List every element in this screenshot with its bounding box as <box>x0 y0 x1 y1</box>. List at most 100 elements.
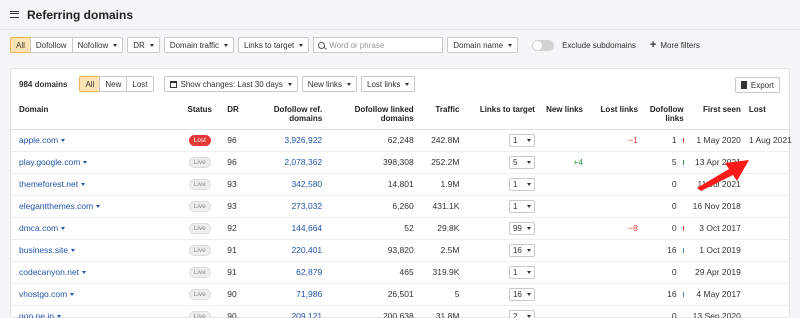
col-domain[interactable]: Domain <box>11 101 181 130</box>
exclude-subdomains-toggle[interactable] <box>532 39 555 51</box>
plus-icon: + <box>649 39 657 51</box>
ref-domains-link[interactable]: 144,664 <box>291 223 322 233</box>
ref-domains-link[interactable]: 2,078,362 <box>284 157 322 167</box>
links-to-target-select[interactable]: 99 <box>508 221 535 235</box>
filter-dofollow[interactable]: Dofollow <box>29 37 73 53</box>
col-traffic[interactable]: Traffic <box>413 101 460 130</box>
filter-nofollow[interactable]: Nofollow <box>71 37 124 53</box>
domain-link[interactable]: vhostgo.com <box>19 289 67 299</box>
col-status[interactable]: Status <box>180 101 220 130</box>
col-dofollow-linked-domains[interactable]: Dofollow linked domains <box>322 101 414 130</box>
tab-new[interactable]: New <box>99 76 128 92</box>
tab-all[interactable]: All <box>79 76 101 92</box>
domain-link[interactable]: business.site <box>19 245 68 255</box>
status-badge: Live <box>188 267 211 278</box>
col-dofollow-links[interactable]: Dofollow links <box>637 101 684 130</box>
links-to-target-dropdown[interactable]: Links to target <box>238 37 310 53</box>
domain-cell: goo.ne.jp <box>11 305 181 318</box>
ref-domains-link[interactable]: 71,986 <box>296 289 322 299</box>
domain-link[interactable]: goo.ne.jp <box>19 311 54 318</box>
domain-traffic-dropdown[interactable]: Domain traffic <box>163 37 235 53</box>
sparkline <box>682 292 684 298</box>
chevron-down-icon[interactable] <box>82 271 87 275</box>
linked-domains-cell: 200,638 <box>322 305 414 318</box>
col-dr[interactable]: DR <box>219 101 245 130</box>
chevron-down-icon[interactable] <box>61 139 66 143</box>
chevron-down-icon[interactable] <box>71 249 76 253</box>
new-links-cell <box>534 173 583 196</box>
domain-link[interactable]: dmca.com <box>19 223 58 233</box>
status-badge: Live <box>188 311 211 318</box>
ref-domains-cell: 220,401 <box>244 239 323 262</box>
chevron-down-icon[interactable] <box>96 205 101 209</box>
links-to-target-cell: 1 <box>459 195 535 218</box>
domain-link[interactable]: themeforest.net <box>19 179 78 189</box>
col-links-to-target[interactable]: Links to target <box>459 101 535 130</box>
chevron-down-icon[interactable] <box>83 161 88 165</box>
menu-icon[interactable] <box>10 11 19 18</box>
col-lost[interactable]: Lost <box>740 101 789 130</box>
tab-lost[interactable]: Lost <box>126 76 154 92</box>
status-badge: Live <box>188 179 211 190</box>
dr-dropdown[interactable]: DR <box>127 37 160 53</box>
col-new-links[interactable]: New links <box>534 101 583 130</box>
ref-domains-link[interactable]: 342,580 <box>291 179 322 189</box>
new-links-cell <box>534 217 583 240</box>
lost-date-cell <box>740 261 789 284</box>
ref-domains-link[interactable]: 3,926,922 <box>284 135 322 145</box>
lost-links-dropdown[interactable]: Lost links <box>361 76 416 92</box>
chevron-down-icon <box>113 43 118 47</box>
ref-domains-link[interactable]: 209,121 <box>291 311 322 318</box>
more-filters-button[interactable]: + More filters <box>650 39 700 51</box>
export-button[interactable]: Export <box>734 77 780 93</box>
links-to-target-select[interactable]: 5 <box>508 155 535 169</box>
linked-domains-cell: 52 <box>322 217 414 240</box>
domain-link[interactable]: elegantthemes.com <box>19 201 93 211</box>
new-links-cell <box>534 261 583 284</box>
traffic-cell: 29.8K <box>413 217 460 240</box>
search-scope-dropdown[interactable]: Domain name <box>447 37 519 53</box>
links-to-target-select[interactable]: 1 <box>508 199 535 213</box>
ref-domains-cell: 342,580 <box>244 173 323 196</box>
links-to-target-select[interactable]: 1 <box>508 177 535 191</box>
dr-cell: 92 <box>219 217 245 240</box>
dofollow-count: 5 <box>671 157 677 167</box>
chevron-down-icon[interactable] <box>70 293 75 297</box>
chevron-down-icon <box>299 43 304 47</box>
ref-domains-link[interactable]: 220,401 <box>291 245 322 255</box>
search-input[interactable]: Word or phrase <box>313 37 444 53</box>
ref-domains-link[interactable]: 62,879 <box>296 267 322 277</box>
chevron-down-icon[interactable] <box>61 227 66 231</box>
ref-domains-link[interactable]: 273,032 <box>291 201 322 211</box>
lost-links-cell <box>582 151 638 174</box>
status-cell: Lost <box>180 129 220 152</box>
sparkline <box>682 248 684 254</box>
arrow-shape <box>697 160 749 191</box>
domain-cell: apple.com <box>11 129 181 152</box>
domain-link[interactable]: play.google.com <box>19 157 80 167</box>
new-links-dropdown[interactable]: New links <box>301 76 358 92</box>
dofollow-count: 16 <box>667 245 677 255</box>
col-first-seen[interactable]: First seen <box>683 101 741 130</box>
links-to-target-select[interactable]: 1 <box>508 133 535 147</box>
links-to-target-select[interactable]: 16 <box>508 287 535 301</box>
col-dofollow-ref-domains[interactable]: Dofollow ref. domains <box>244 101 323 130</box>
chevron-down-icon <box>149 43 154 47</box>
new-links-cell <box>534 305 583 318</box>
show-changes-dropdown[interactable]: Show changes: Last 30 days <box>163 76 298 92</box>
domain-count: 984 domains <box>19 79 68 89</box>
referring-domains-table: Domain Status DR Dofollow ref. domains D… <box>11 101 792 318</box>
col-lost-links[interactable]: Lost links <box>582 101 638 130</box>
links-to-target-select[interactable]: 16 <box>508 243 535 257</box>
chevron-down-icon <box>526 314 531 318</box>
linked-domains-cell: 6,260 <box>322 195 414 218</box>
traffic-cell: 319.9K <box>413 261 460 284</box>
dofollow-links-cell: 0 <box>637 261 684 284</box>
domain-link[interactable]: codecanyon.net <box>19 267 79 277</box>
domain-link[interactable]: apple.com <box>19 135 58 145</box>
traffic-cell: 1.9M <box>413 173 460 196</box>
filter-all[interactable]: All <box>10 37 31 53</box>
links-to-target-select[interactable]: 2 <box>508 309 535 318</box>
chevron-down-icon[interactable] <box>81 183 86 187</box>
links-to-target-select[interactable]: 1 <box>508 265 535 279</box>
